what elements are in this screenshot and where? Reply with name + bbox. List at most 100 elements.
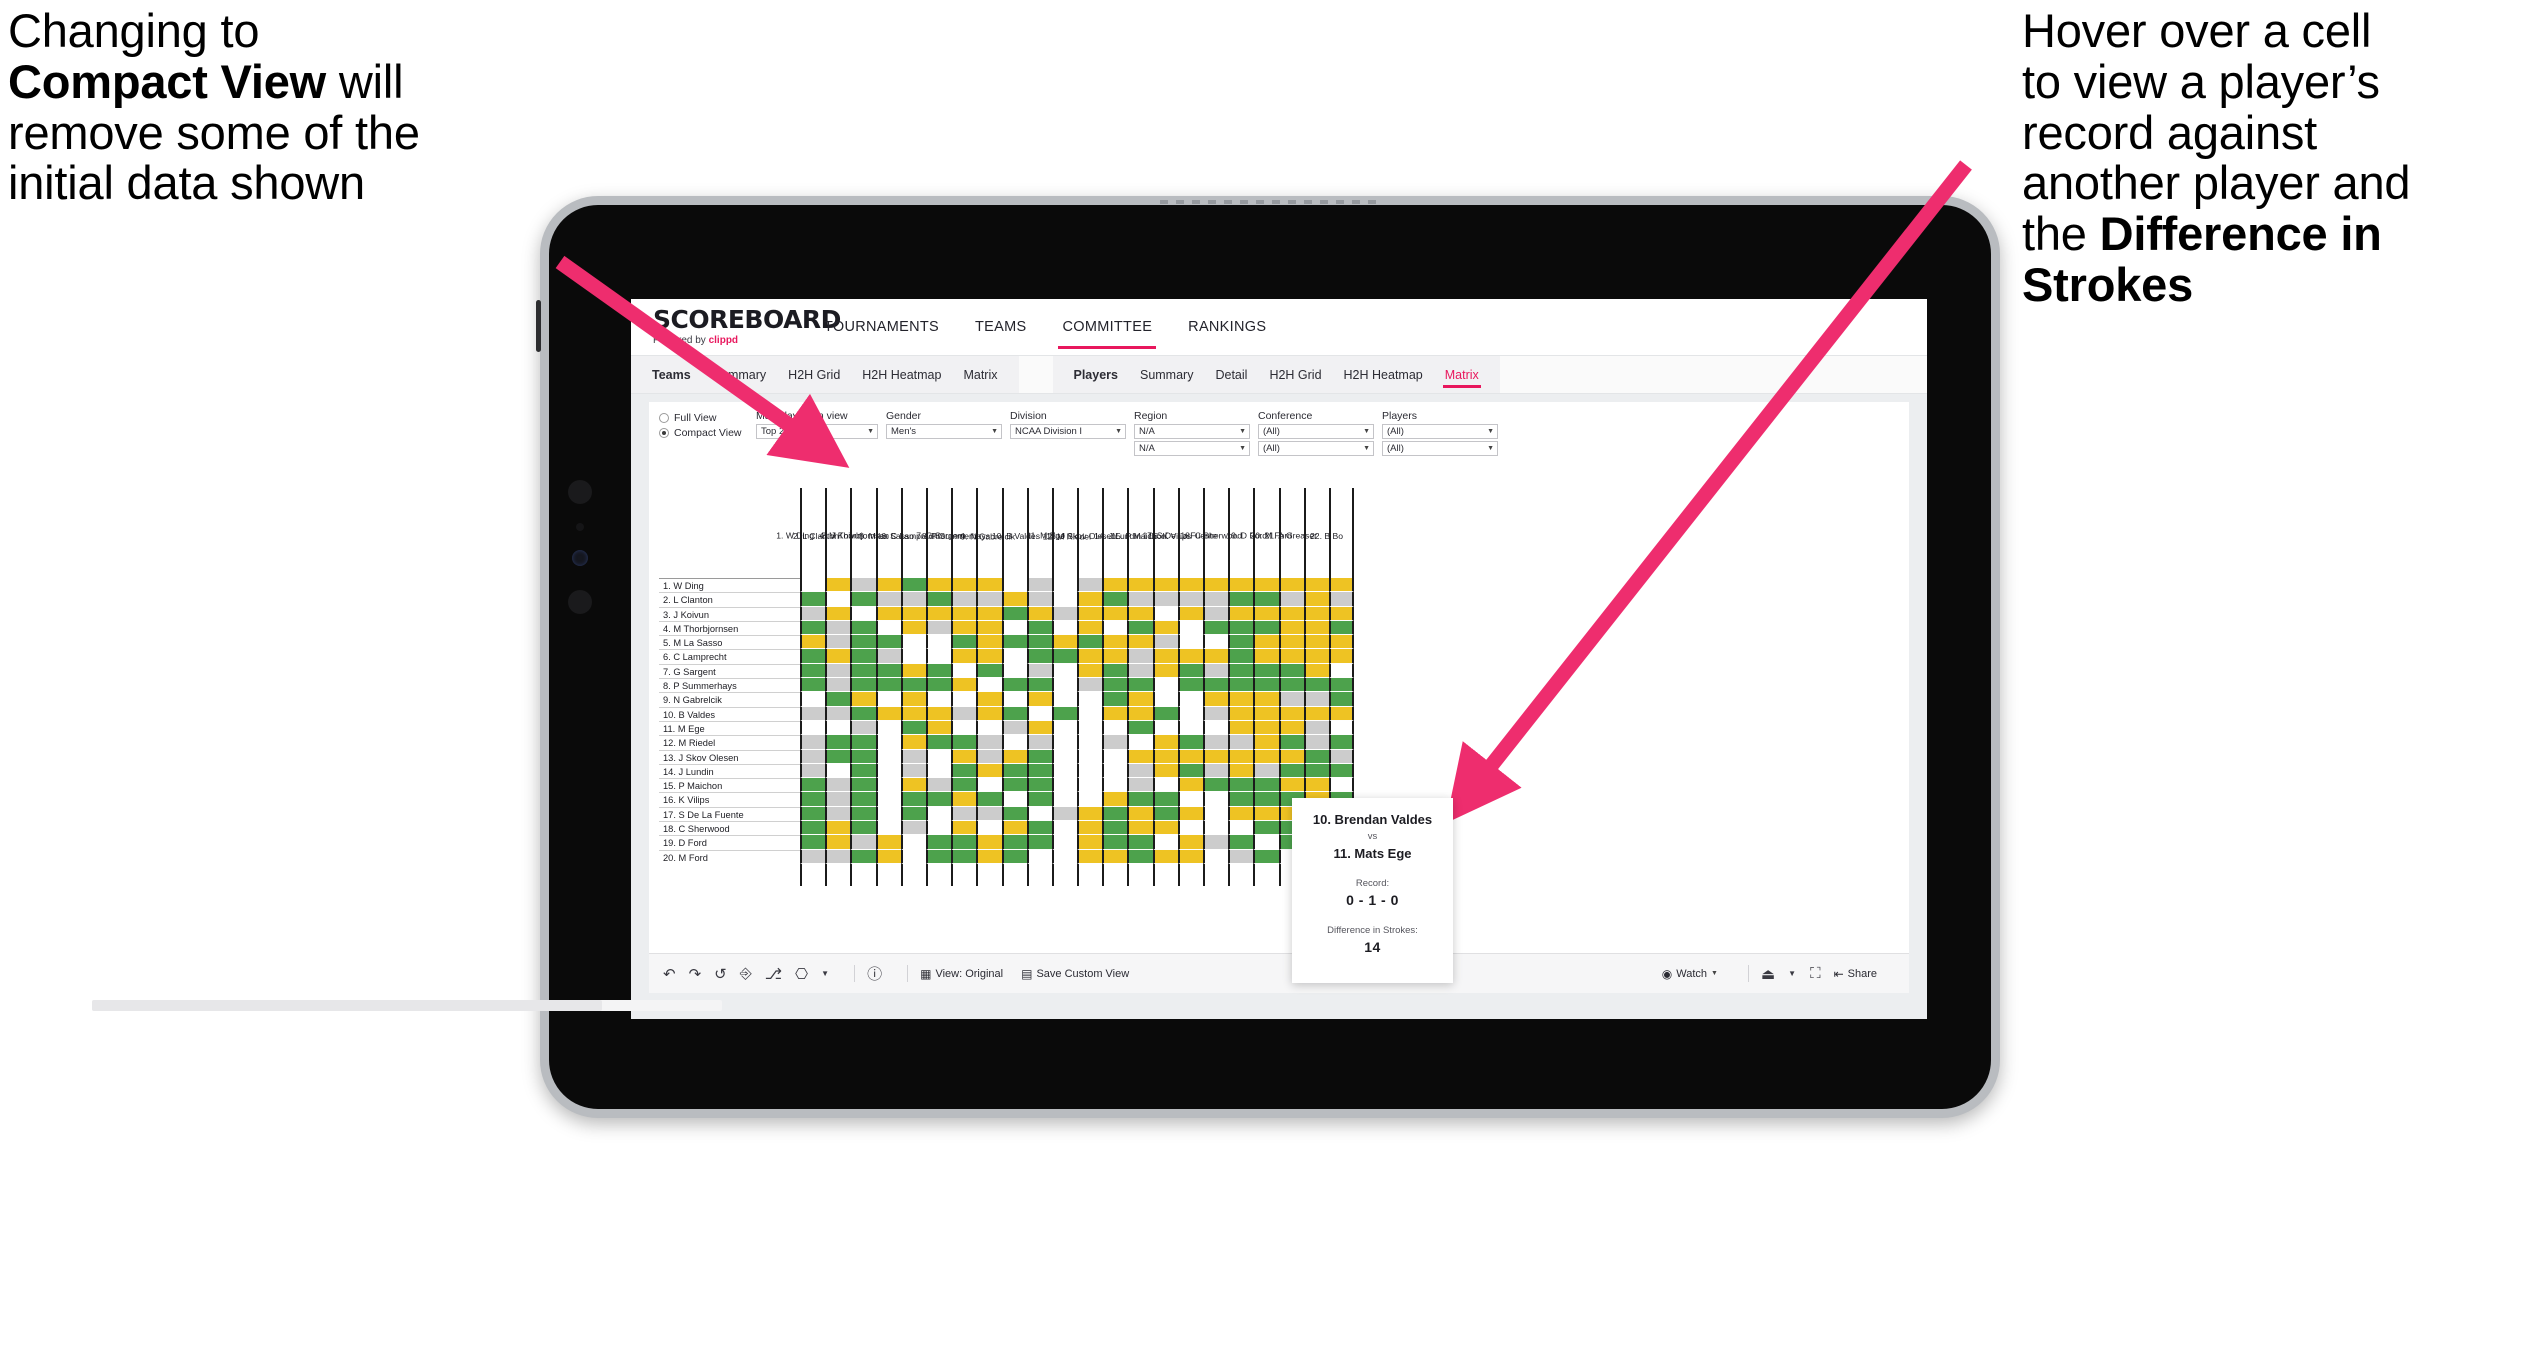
- matrix-cell[interactable]: [1228, 763, 1254, 779]
- matrix-cell[interactable]: [1278, 692, 1304, 707]
- matrix-cell[interactable]: [1253, 778, 1279, 793]
- matrix-cell[interactable]: [1001, 749, 1027, 764]
- matrix-cell[interactable]: [1228, 649, 1254, 664]
- filter-conference-select[interactable]: (All) ▼: [1258, 424, 1374, 439]
- matrix-cell[interactable]: [1177, 806, 1203, 822]
- matrix-cell[interactable]: [900, 663, 926, 679]
- matrix-cell[interactable]: [800, 778, 826, 793]
- matrix-cell[interactable]: [1127, 821, 1153, 836]
- matrix-cell[interactable]: [1303, 663, 1329, 679]
- matrix-cell[interactable]: [1203, 849, 1229, 864]
- matrix-cell[interactable]: [1102, 821, 1128, 836]
- nav-tournaments[interactable]: TOURNAMENTS: [806, 299, 957, 355]
- matrix-cell[interactable]: [1253, 620, 1279, 636]
- matrix-cell[interactable]: [1177, 749, 1203, 764]
- matrix-cell[interactable]: [1102, 592, 1128, 607]
- matrix-cell[interactable]: [1001, 706, 1027, 721]
- matrix-cell[interactable]: [925, 663, 952, 679]
- matrix-cell[interactable]: [925, 606, 952, 621]
- matrix-cell[interactable]: [951, 706, 977, 721]
- matrix-cell[interactable]: [1077, 578, 1103, 593]
- matrix-cell[interactable]: [951, 692, 977, 707]
- matrix-cell[interactable]: [875, 849, 901, 864]
- matrix-cell[interactable]: [1203, 792, 1229, 807]
- matrix-cell[interactable]: [1127, 806, 1153, 822]
- share-button[interactable]: ⇤ Share: [1834, 967, 1877, 981]
- subtab-players-matrix[interactable]: Matrix: [1434, 356, 1490, 394]
- matrix-cell[interactable]: [1203, 635, 1229, 650]
- matrix-cell[interactable]: [1278, 763, 1304, 779]
- matrix-cell[interactable]: [925, 749, 952, 764]
- matrix-cell[interactable]: [925, 692, 952, 707]
- fullscreen-icon[interactable]: ⛶: [1810, 965, 1821, 982]
- matrix-cell[interactable]: [1077, 806, 1103, 822]
- matrix-cell[interactable]: [1328, 692, 1355, 707]
- matrix-cell[interactable]: [900, 706, 926, 721]
- matrix-cell[interactable]: [825, 835, 851, 850]
- matrix-cell[interactable]: [1077, 649, 1103, 664]
- matrix-cell[interactable]: [1152, 592, 1178, 607]
- matrix-cell[interactable]: [1127, 835, 1153, 850]
- matrix-cell[interactable]: [1026, 678, 1052, 693]
- matrix-cell[interactable]: [850, 649, 876, 664]
- matrix-cell[interactable]: [1253, 763, 1279, 779]
- matrix-cell[interactable]: [951, 778, 977, 793]
- subtab-players-h2h-heatmap[interactable]: H2H Heatmap: [1333, 356, 1434, 394]
- filter-max-players-select[interactable]: Top 25 ▼: [756, 424, 878, 439]
- matrix-cell[interactable]: [1152, 778, 1178, 793]
- filter-region-select-2[interactable]: N/A ▼: [1134, 441, 1250, 456]
- matrix-cell[interactable]: [1253, 606, 1279, 621]
- matrix-cell[interactable]: [1203, 678, 1229, 693]
- matrix-cell[interactable]: [875, 663, 901, 679]
- matrix-cell[interactable]: [850, 778, 876, 793]
- matrix-cell[interactable]: [1228, 663, 1254, 679]
- matrix-cell[interactable]: [800, 835, 826, 850]
- matrix-cell[interactable]: [1228, 578, 1254, 593]
- matrix-cell[interactable]: [1303, 635, 1329, 650]
- matrix-cell[interactable]: [900, 606, 926, 621]
- matrix-cell[interactable]: [1026, 592, 1052, 607]
- matrix-cell[interactable]: [875, 735, 901, 750]
- matrix-cell[interactable]: [1077, 835, 1103, 850]
- matrix-cell[interactable]: [1328, 578, 1355, 593]
- matrix-cell[interactable]: [925, 706, 952, 721]
- horizontal-scrollbar-thumb[interactable]: [92, 1000, 602, 1011]
- device-button-power[interactable]: [536, 300, 541, 352]
- radio-compact-view[interactable]: Compact View: [659, 427, 756, 439]
- matrix-cell[interactable]: [800, 663, 826, 679]
- matrix-cell[interactable]: [1102, 849, 1128, 864]
- matrix-cell[interactable]: [1303, 778, 1329, 793]
- matrix-cell[interactable]: [976, 806, 1002, 822]
- matrix-cell[interactable]: [1152, 620, 1178, 636]
- filter-division-select[interactable]: NCAA Division I ▼: [1010, 424, 1126, 439]
- matrix-cell[interactable]: [1077, 720, 1103, 736]
- matrix-cell[interactable]: [875, 763, 901, 779]
- matrix-cell[interactable]: [1328, 606, 1355, 621]
- matrix-cell[interactable]: [1228, 821, 1254, 836]
- matrix-cell[interactable]: [1203, 749, 1229, 764]
- subtab-players[interactable]: Players: [1063, 356, 1129, 394]
- matrix-cell[interactable]: [1278, 649, 1304, 664]
- matrix-cell[interactable]: [1177, 735, 1203, 750]
- matrix-cell[interactable]: [1102, 692, 1128, 707]
- matrix-cell[interactable]: [1127, 620, 1153, 636]
- matrix-cell[interactable]: [1127, 706, 1153, 721]
- matrix-cell[interactable]: [1328, 678, 1355, 693]
- matrix-cell[interactable]: [1228, 592, 1254, 607]
- matrix-cell[interactable]: [925, 678, 952, 693]
- matrix-cell[interactable]: [1328, 592, 1355, 607]
- chevron-down-icon[interactable]: ▼: [1788, 969, 1796, 978]
- matrix-cell[interactable]: [1303, 720, 1329, 736]
- matrix-cell[interactable]: [900, 692, 926, 707]
- matrix-cell[interactable]: [1177, 720, 1203, 736]
- matrix-cell[interactable]: [1001, 821, 1027, 836]
- matrix-cell[interactable]: [1228, 778, 1254, 793]
- matrix-cell[interactable]: [1077, 692, 1103, 707]
- matrix-cell[interactable]: [850, 720, 876, 736]
- matrix-cell[interactable]: [1077, 849, 1103, 864]
- matrix-cell[interactable]: [1026, 692, 1052, 707]
- matrix-cell[interactable]: [825, 720, 851, 736]
- matrix-cell[interactable]: [875, 835, 901, 850]
- matrix-cell[interactable]: [900, 578, 926, 593]
- subtab-teams-h2h-heatmap[interactable]: H2H Heatmap: [851, 356, 952, 394]
